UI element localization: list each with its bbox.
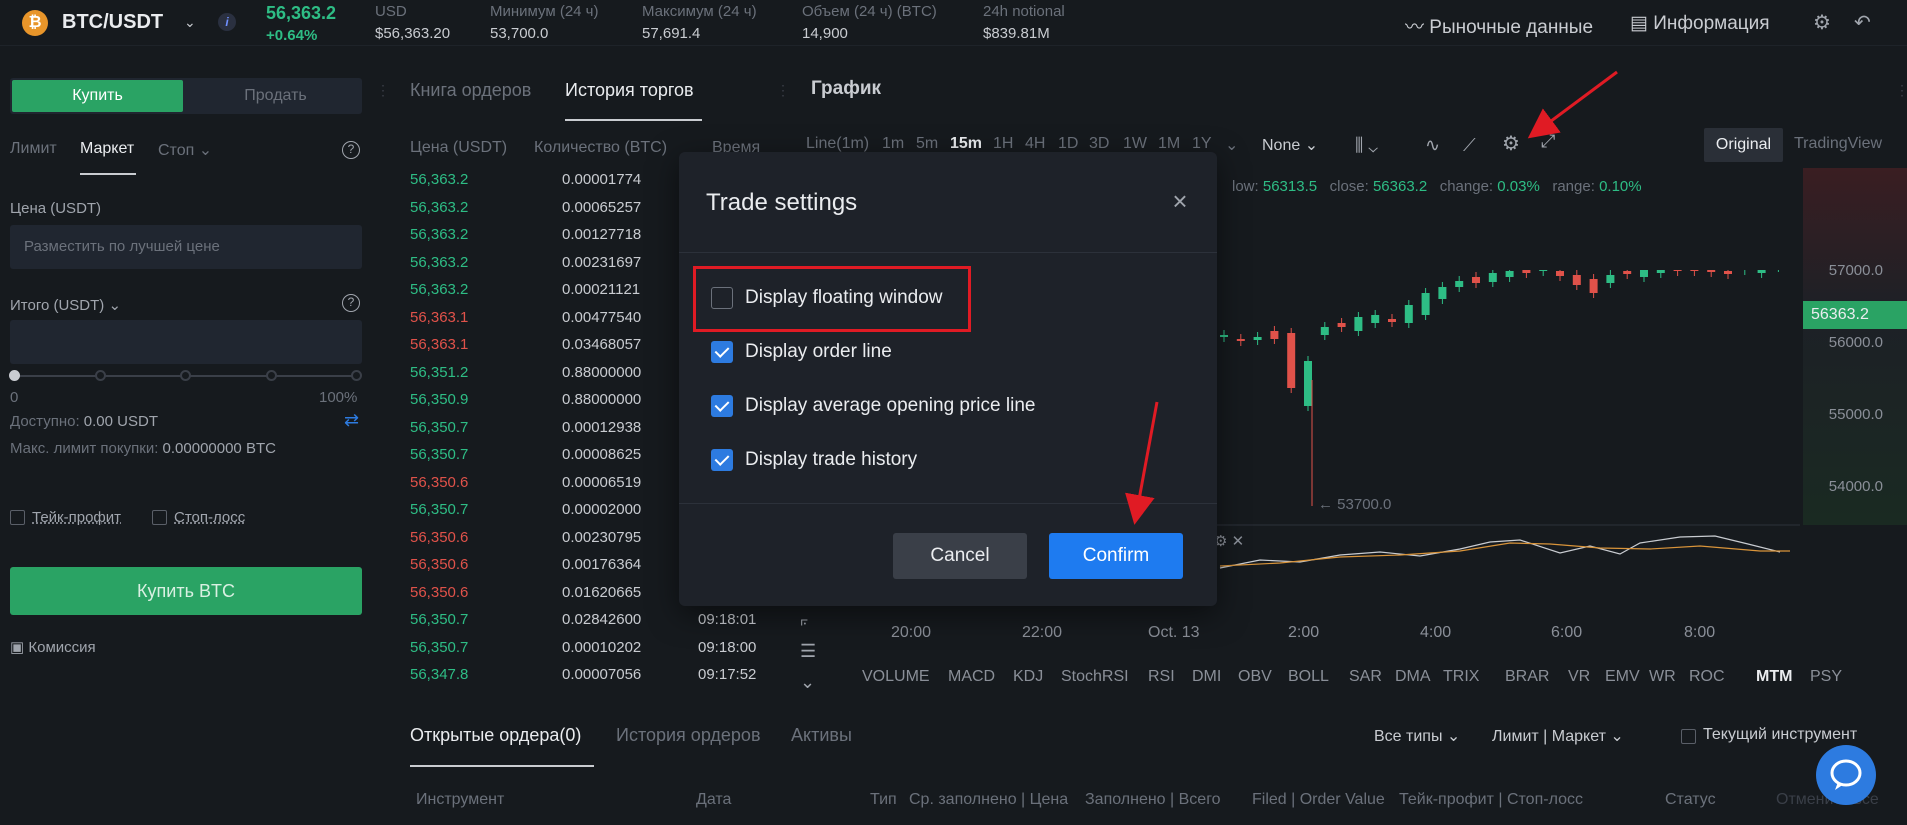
- annotation-arrows: [1125, 70, 1618, 525]
- arrow-to-confirm: [1125, 401, 1159, 525]
- arrow-to-gear: [1527, 70, 1618, 139]
